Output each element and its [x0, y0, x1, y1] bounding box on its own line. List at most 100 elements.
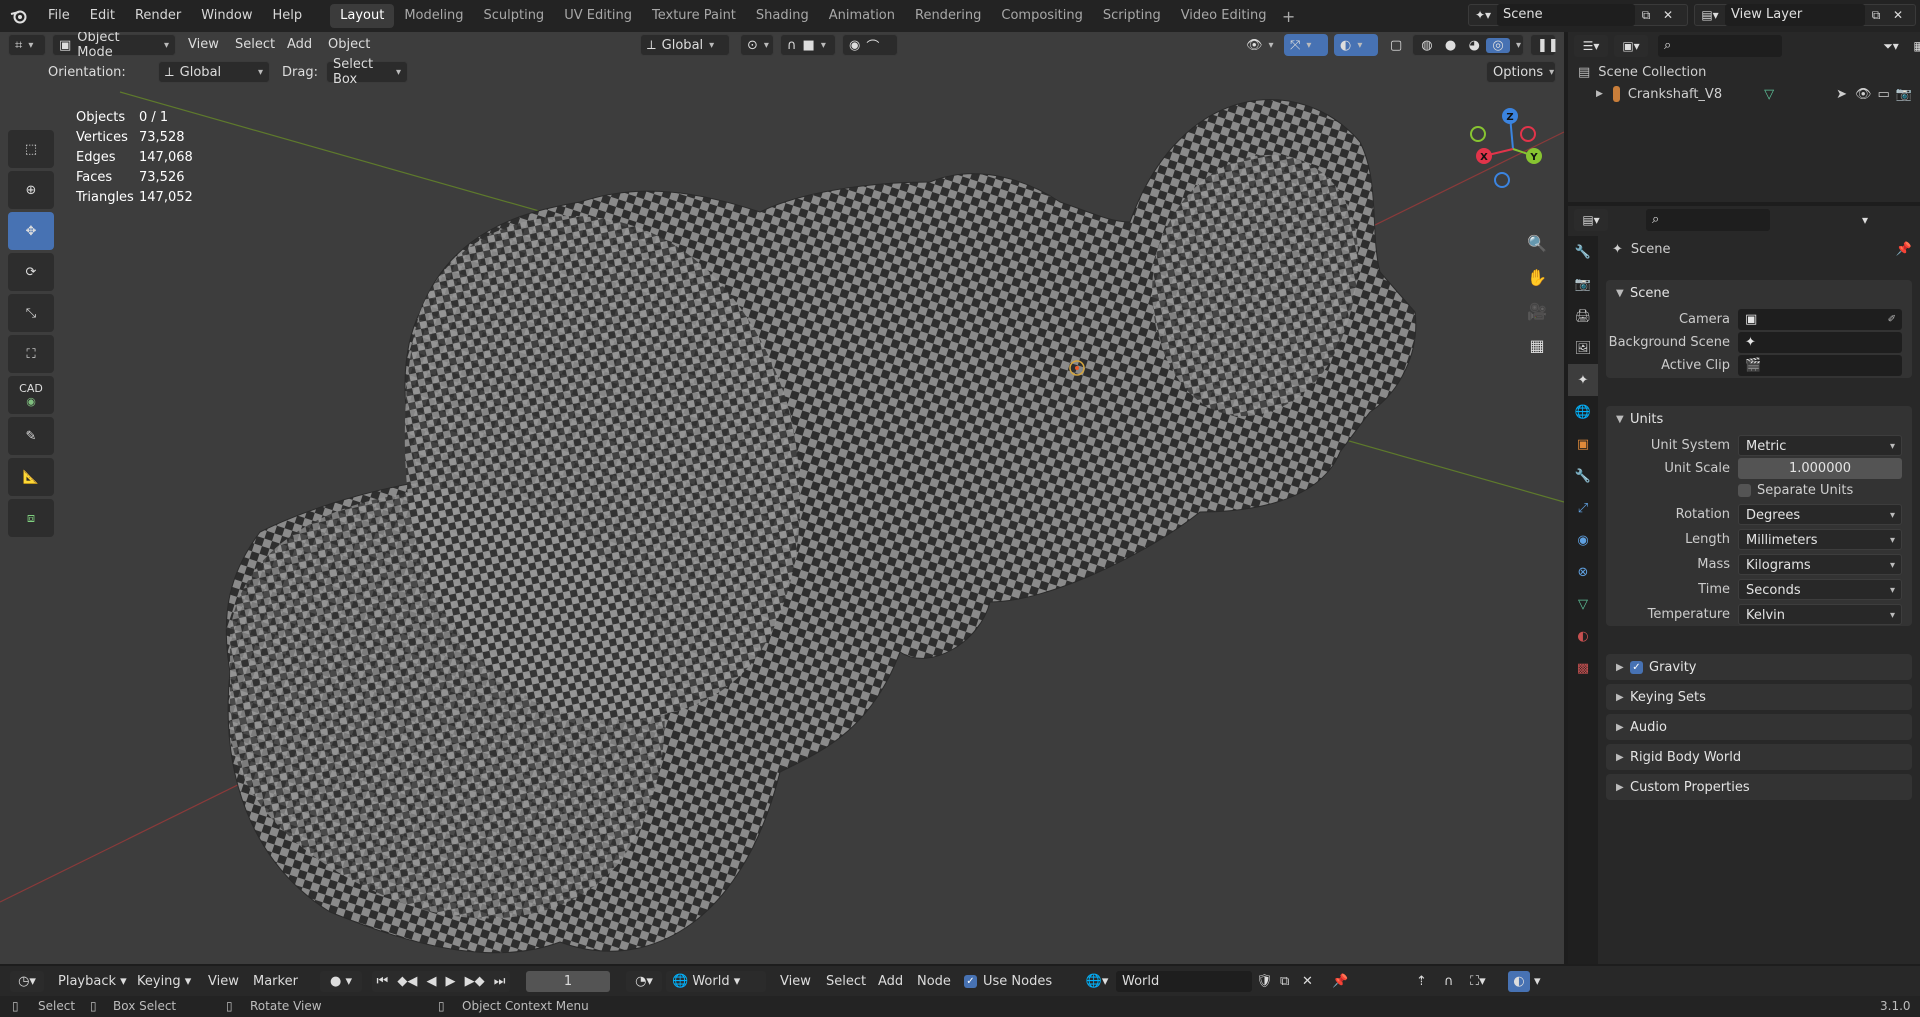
zoom-icon[interactable]: 🔍 — [1522, 228, 1552, 258]
mass-dropdown[interactable]: Kilograms ▾ — [1738, 553, 1902, 575]
node-snap-target-icon[interactable]: ⛶▾ — [1470, 971, 1486, 992]
play-reverse-icon[interactable]: ◀ — [426, 971, 436, 992]
pivot-point-dropdown[interactable]: ⊙ ▾ — [740, 34, 774, 56]
gravity-panel[interactable]: ▶ ✓ Gravity — [1606, 654, 1912, 680]
new-collection-icon[interactable]: ▦ — [1908, 35, 1920, 57]
time-dropdown[interactable]: Seconds ▾ — [1738, 578, 1902, 600]
mesh-data-icon[interactable]: ▽ — [1764, 87, 1774, 102]
cad-tool[interactable]: CAD ◉ — [8, 376, 54, 414]
object-tab-icon[interactable]: ▣ — [1568, 428, 1598, 460]
expand-arrow-icon[interactable]: ▶ — [1596, 89, 1603, 99]
annotate-tool[interactable]: ✎ — [8, 417, 54, 455]
outliner-editor-type-icon[interactable]: ☰▾ — [1574, 35, 1608, 57]
use-nodes-checkbox[interactable]: ✓ — [964, 975, 977, 988]
render-tab-icon[interactable]: 📷 — [1568, 268, 1598, 300]
new-view-layer-icon[interactable]: ⧉ — [1865, 4, 1887, 26]
background-scene-field[interactable]: ✦ — [1738, 331, 1902, 353]
gizmo-neg-y-handle[interactable] — [1470, 126, 1486, 142]
transform-orientation-dropdown[interactable]: ⟂ Global ▾ — [640, 34, 730, 56]
overlay-toggle[interactable]: ◐ ▾ — [1334, 34, 1378, 56]
visibility-eye-icon[interactable]: 👁 — [1855, 87, 1872, 102]
world-name-field[interactable]: World — [1116, 971, 1252, 992]
display-mode-icon[interactable]: ▣▾ — [1614, 35, 1648, 57]
tab-uv-editing[interactable]: UV Editing — [554, 4, 642, 28]
blender-logo-icon[interactable] — [0, 0, 38, 32]
pin-icon[interactable]: 📌 — [1896, 242, 1912, 257]
marker-menu[interactable]: Marker — [253, 971, 298, 992]
gravity-checkbox[interactable]: ✓ — [1630, 660, 1643, 674]
timeline-editor-type-icon[interactable]: ◷▾ — [10, 971, 44, 992]
options-dropdown[interactable]: Options ▾ — [1486, 61, 1556, 83]
length-dropdown[interactable]: Millimeters ▾ — [1738, 528, 1902, 550]
tab-video-editing[interactable]: Video Editing — [1171, 4, 1277, 28]
timeline-view-menu[interactable]: View — [208, 971, 239, 992]
wireframe-shading-icon[interactable]: ◍ — [1415, 38, 1439, 53]
physics-tab-icon[interactable]: ◉ — [1568, 524, 1598, 556]
use-nodes-toggle[interactable]: ✓ Use Nodes — [964, 971, 1052, 992]
next-keyframe-icon[interactable]: ▶◆ — [465, 971, 485, 992]
shader-type-dropdown[interactable]: 🌐 World ▾ — [666, 971, 766, 992]
viewport-menu-add[interactable]: Add — [287, 34, 312, 56]
properties-search-input[interactable]: ⌕ — [1646, 209, 1770, 231]
view-layer-browse-icon[interactable]: ▤▾ — [1695, 4, 1725, 26]
pause-render-button[interactable]: ❚❚ — [1530, 34, 1559, 56]
node-menu-node[interactable]: Node — [917, 971, 951, 992]
tool-tab-icon[interactable]: 🔧 — [1568, 236, 1598, 268]
audio-panel[interactable]: ▶ Audio — [1606, 714, 1912, 740]
delete-view-layer-icon[interactable]: ✕ — [1887, 4, 1909, 26]
tab-compositing[interactable]: Compositing — [991, 4, 1093, 28]
render-camera-icon[interactable]: 📷 — [1896, 87, 1912, 102]
outliner-root-row[interactable]: ▤ Scene Collection — [1578, 62, 1706, 82]
constraints-tab-icon[interactable]: ⊗ — [1568, 556, 1598, 588]
node-menu-add[interactable]: Add — [878, 971, 903, 992]
viewport-disable-icon[interactable]: ▭ — [1878, 87, 1890, 102]
menu-window[interactable]: Window — [191, 4, 262, 28]
node-overlay-toggle[interactable]: ◐ — [1508, 971, 1530, 992]
tab-sculpting[interactable]: Sculpting — [473, 4, 554, 28]
world-tab-icon[interactable]: 🌐 — [1568, 396, 1598, 428]
unlink-world-icon[interactable]: ✕ — [1302, 971, 1313, 992]
separate-units-checkbox[interactable] — [1738, 483, 1751, 497]
node-pin-icon[interactable]: 📌 — [1332, 971, 1348, 992]
menu-edit[interactable]: Edit — [80, 4, 125, 28]
tab-modeling[interactable]: Modeling — [394, 4, 473, 28]
prev-keyframe-icon[interactable]: ◆◀ — [397, 971, 417, 992]
proportional-edit-dropdown[interactable]: ◉ ⌒ — [842, 34, 898, 56]
filter-icon[interactable]: ⏷▾ — [1874, 35, 1908, 57]
properties-options-icon[interactable]: ▾ — [1854, 209, 1876, 231]
visibility-dropdown[interactable]: 👁 ▾ — [1240, 34, 1282, 56]
mode-dropdown[interactable]: ▣ Object Mode ▾ — [52, 32, 176, 60]
gizmo-neg-z-handle[interactable] — [1494, 172, 1510, 188]
data-tab-icon[interactable]: ▽ — [1568, 588, 1598, 620]
outliner-object-row[interactable]: ▶ Crankshaft_V8 ▽ ➤ 👁 ▭ 📷 — [1596, 84, 1912, 104]
eyedropper-icon[interactable]: ✐ — [1888, 309, 1896, 330]
modifier-tab-icon[interactable]: 🔧 — [1568, 460, 1598, 492]
gizmo-toggle[interactable]: ⤧ ▾ — [1284, 34, 1328, 56]
units-panel-header[interactable]: ▼ Units — [1606, 406, 1912, 432]
scene-browse-icon[interactable]: ✦▾ — [1469, 4, 1497, 26]
auto-keying-toggle[interactable]: ● ▾ — [320, 971, 362, 992]
play-icon[interactable]: ▶ — [446, 971, 456, 992]
viewport-menu-object[interactable]: Object — [328, 34, 370, 56]
output-tab-icon[interactable]: 🖨 — [1568, 300, 1598, 332]
node-snap-icon[interactable]: ∩ — [1444, 971, 1454, 992]
temperature-dropdown[interactable]: Kelvin ▾ — [1738, 603, 1902, 625]
menu-render[interactable]: Render — [125, 4, 191, 28]
add-cube-tool[interactable]: ⧈ — [8, 499, 54, 537]
particles-tab-icon[interactable]: ⤢ — [1568, 492, 1598, 524]
jump-end-icon[interactable]: ⏭ — [494, 971, 506, 992]
snap-dropdown[interactable]: ∩ ■ ▾ — [780, 34, 836, 56]
view-layer-tab-icon[interactable]: 🖼 — [1568, 332, 1598, 364]
select-box-tool[interactable]: ⬚ — [8, 130, 54, 168]
viewport-menu-select[interactable]: Select — [235, 34, 275, 56]
measure-tool[interactable]: 📐 — [8, 458, 54, 496]
keying-menu[interactable]: Keying ▾ — [137, 971, 191, 992]
selectable-icon[interactable]: ➤ — [1836, 87, 1847, 102]
camera-field[interactable]: ▣ ✐ — [1738, 308, 1902, 330]
node-menu-view[interactable]: View — [780, 971, 811, 992]
ortho-grid-icon[interactable]: ▦ — [1522, 330, 1552, 360]
world-browse-icon[interactable]: 🌐▾ — [1080, 971, 1114, 992]
duplicate-world-icon[interactable]: ⧉ — [1280, 971, 1289, 992]
tab-texture-paint[interactable]: Texture Paint — [642, 4, 746, 28]
add-workspace-button[interactable]: + — [1277, 7, 1301, 26]
